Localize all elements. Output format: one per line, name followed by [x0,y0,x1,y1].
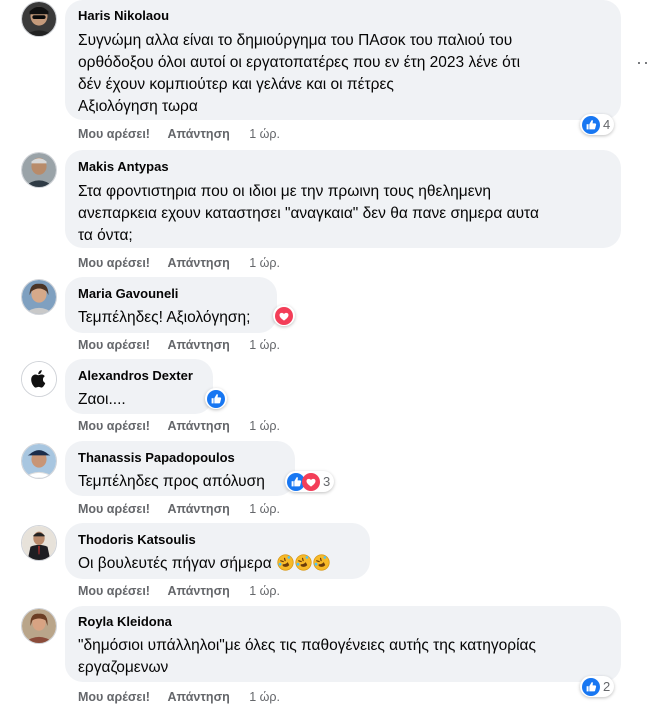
avatar-royla-icon [22,609,56,643]
like-button[interactable]: Μου αρέσει! [78,256,150,270]
reaction-summary[interactable]: 4 [580,114,615,135]
comment-actions: Μου αρέσει! Απάντηση 1 ώρ. [78,502,294,516]
comment-author[interactable]: Alexandros Dexter [78,368,199,384]
comment-line: Αξιολόγηση τωρα [78,98,198,115]
like-button[interactable]: Μου αρέσει! [78,584,150,598]
comment-line: τα όντα; [78,227,133,244]
comment-line: ορθόδοξου όλοι αυτοί οι εργατοπατέρες πο… [78,54,521,71]
like-button[interactable]: Μου αρέσει! [78,690,150,704]
like-button[interactable]: Μου αρέσει! [78,502,150,516]
comment-actions: Μου αρέσει! Απάντηση 1 ώρ. [78,690,294,704]
comment-author[interactable]: Maria Gavouneli [78,286,263,302]
comment-line: ανεπαρκεια εχουν καταστησει "αναγκαια" δ… [78,205,539,222]
comment-text: Στα φροντιστηρια που οι ιδιοι με την πρω… [78,181,607,247]
avatar[interactable] [21,608,57,644]
reply-button[interactable]: Απάντηση [167,338,229,352]
comment-timestamp[interactable]: 1 ώρ. [249,584,280,598]
reaction-count: 2 [603,679,611,694]
avatar-haris-icon [22,2,56,36]
comment-text: Τεμπέληδες! Αξιολόγηση; [78,307,263,329]
comment-text: Τεμπέληδες προς απόλυση [78,471,281,493]
reply-button[interactable]: Απάντηση [167,584,229,598]
reply-button[interactable]: Απάντηση [167,256,229,270]
avatar[interactable] [21,443,57,479]
like-icon [582,678,600,696]
comment-line: εργαζομενων [78,659,169,676]
like-icon [207,390,225,408]
comment-timestamp[interactable]: 1 ώρ. [249,419,280,433]
comment-timestamp[interactable]: 1 ώρ. [249,127,280,141]
comment-author[interactable]: Makis Antypas [78,159,607,175]
avatar[interactable] [21,152,57,188]
comment-bubble: Maria Gavouneli Τεμπέληδες! Αξιολόγηση; [65,277,277,333]
reaction-count: 3 [323,474,331,489]
rofl-emoji [277,554,294,571]
comment-line: Συγνώμη αλλα είναι το δημιούργημα του ΠΑ… [78,32,513,49]
rofl-emoji [313,554,330,571]
love-icon [302,473,320,491]
avatar-thodoris-icon [22,526,56,560]
reply-button[interactable]: Απάντηση [167,690,229,704]
comment-line: Οι βουλευτές πήγαν σήμερα [78,555,272,572]
like-button[interactable]: Μου αρέσει! [78,127,150,141]
avatar-thanassis-icon [22,444,56,478]
comment-line: δέν έχουν κομπιούτερ και γελάνε και οι π… [78,76,394,93]
comment-bubble: Alexandros Dexter Ζαοι.... [65,359,213,414]
comment-author[interactable]: Royla Kleidona [78,614,607,630]
comment-line: Τεμπέληδες! Αξιολόγηση; [78,309,251,326]
comment-author[interactable]: Thodoris Katsoulis [78,532,356,548]
comment-timestamp[interactable]: 1 ώρ. [249,338,280,352]
comment-actions: Μου αρέσει! Απάντηση 1 ώρ. [78,584,294,598]
reply-button[interactable]: Απάντηση [167,419,229,433]
comment-line: "δημόσιοι υπάλληλοι"με όλες τις παθογένε… [78,637,536,654]
comment-author[interactable]: Thanassis Papadopoulos [78,450,281,466]
comment-text: Ζαοι.... [78,389,199,411]
comment-bubble: Thodoris Katsoulis Οι βουλευτές πήγαν σή… [65,523,370,579]
comment-line: Τεμπέληδες προς απόλυση [78,473,265,490]
avatar-makis-icon [22,153,56,187]
comment-line: Ζαοι.... [78,391,126,408]
like-button[interactable]: Μου αρέσει! [78,419,150,433]
comment-bubble: Thanassis Papadopoulos Τεμπέληδες προς α… [65,441,295,496]
avatar[interactable] [21,1,57,37]
comment-line: Στα φροντιστηρια που οι ιδιοι με την πρω… [78,183,491,200]
comment-text: Οι βουλευτές πήγαν σήμερα [78,553,356,575]
apple-logo-icon [22,362,56,396]
comment-text: "δημόσιοι υπάλληλοι"με όλες τις παθογένε… [78,635,607,679]
reaction-summary[interactable]: 3 [285,471,335,492]
reply-button[interactable]: Απάντηση [167,127,229,141]
like-button[interactable]: Μου αρέσει! [78,338,150,352]
more-options-icon[interactable]: ··· [636,53,650,71]
comment-actions: Μου αρέσει! Απάντηση 1 ώρ. [78,338,294,352]
reply-button[interactable]: Απάντηση [167,502,229,516]
comment-bubble: Makis Antypas Στα φροντιστηρια που οι ιδ… [65,150,621,248]
reaction-summary[interactable] [205,388,227,409]
love-icon [275,307,293,325]
comment-bubble: Haris Nikolaou Συγνώμη αλλα είναι το δημ… [65,0,621,120]
comment-timestamp[interactable]: 1 ώρ. [249,256,280,270]
comment-author[interactable]: Haris Nikolaou [78,8,607,24]
comment-actions: Μου αρέσει! Απάντηση 1 ώρ. [78,256,294,270]
reaction-summary[interactable] [273,305,295,326]
comment-actions: Μου αρέσει! Απάντηση 1 ώρ. [78,127,294,141]
comment-bubble: Royla Kleidona "δημόσιοι υπάλληλοι"με όλ… [65,606,621,682]
reaction-summary[interactable]: 2 [580,676,615,697]
comment-actions: Μου αρέσει! Απάντηση 1 ώρ. [78,419,294,433]
rofl-emoji [295,554,312,571]
reaction-count: 4 [603,117,611,132]
avatar[interactable] [21,525,57,561]
avatar[interactable] [21,361,57,397]
comment-timestamp[interactable]: 1 ώρ. [249,690,280,704]
comment-text: Συγνώμη αλλα είναι το δημιούργημα του ΠΑ… [78,30,607,118]
avatar[interactable] [21,279,57,315]
avatar-maria-icon [22,280,56,314]
like-icon [582,116,600,134]
comment-timestamp[interactable]: 1 ώρ. [249,502,280,516]
